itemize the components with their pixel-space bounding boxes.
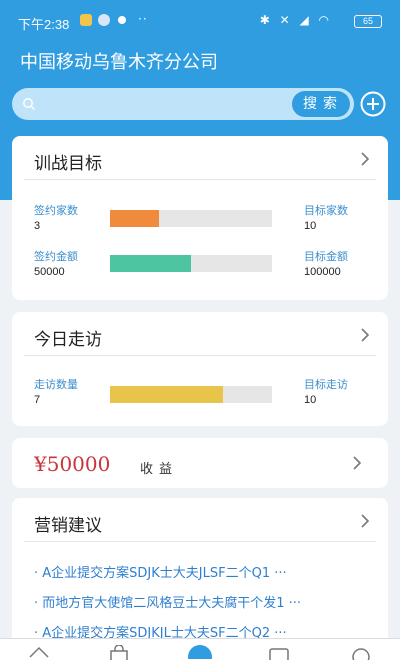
app-notification-icon [118, 16, 126, 24]
income-label: 收益 [140, 462, 179, 477]
chevron-right-icon[interactable] [360, 513, 370, 529]
search-input[interactable] [42, 94, 292, 114]
signed-amount-label: 签约金额 [34, 250, 78, 263]
more-notifications-icon: ·· [138, 12, 148, 26]
status-bar: 下午2:38 ·· ✱ ✕ ◢ ◠ 65 [0, 0, 400, 40]
list-item[interactable]: · 而地方官大使馆二风格豆士大夫腐干个发1 ··· [34, 592, 301, 611]
search-bar[interactable]: 搜索 [12, 88, 354, 120]
target-visits-label: 目标走访 [304, 378, 348, 391]
target-amount-value: 100000 [304, 266, 341, 278]
chevron-right-icon[interactable] [360, 151, 370, 167]
target-count-label: 目标家数 [304, 204, 348, 217]
company-title: 中国移动乌鲁木齐分公司 [20, 52, 218, 72]
bag-icon[interactable] [108, 645, 130, 660]
income-card[interactable]: ¥50000 收益 [12, 438, 388, 488]
battery-icon: 65 [354, 15, 382, 28]
target-count-value: 10 [304, 220, 317, 232]
card-header[interactable]: 今日走访 [24, 312, 376, 356]
chevron-right-icon[interactable] [352, 455, 362, 471]
card-title: 训战目标 [34, 154, 102, 173]
target-visits-value: 10 [304, 394, 317, 406]
signed-amount-progress [110, 255, 272, 272]
search-button[interactable]: 搜索 [292, 91, 350, 117]
system-status-icons: ✱ ✕ ◢ ◠ [259, 13, 332, 27]
target-amount-label: 目标金额 [304, 250, 348, 263]
marketing-card: 营销建议 · A企业提交方案SDJK士大夫JLSF二个Q1 ··· · 而地方官… [12, 498, 388, 648]
search-icon [23, 98, 36, 111]
bottom-nav [0, 638, 400, 660]
training-goals-card: 训战目标 签约家数 3 目标家数 10 签约金额 50000 目标金额 1000… [12, 136, 388, 300]
card-title: 营销建议 [34, 516, 102, 535]
signed-count-value: 3 [34, 220, 41, 232]
signed-amount-progress-fill [110, 255, 191, 272]
card-title: 今日走访 [34, 330, 102, 349]
card-header[interactable]: 训战目标 [24, 136, 376, 180]
chevron-right-icon[interactable] [360, 327, 370, 343]
status-time: 下午2:38 [18, 17, 70, 32]
signed-count-progress [110, 210, 272, 227]
app-notification-icon [80, 14, 92, 26]
add-icon[interactable] [360, 91, 386, 117]
visit-count-label: 走访数量 [34, 378, 78, 391]
center-tab-icon[interactable] [186, 643, 214, 659]
list-item[interactable]: · A企业提交方案SDJK士大夫JLSF二个Q1 ··· [34, 562, 287, 581]
visit-progress [110, 386, 272, 403]
signed-count-progress-fill [110, 210, 159, 227]
home-icon[interactable] [28, 645, 50, 660]
visit-count-value: 7 [34, 394, 41, 406]
signed-amount-value: 50000 [34, 266, 65, 278]
app-notification-icon [98, 14, 110, 26]
profile-icon[interactable] [350, 645, 372, 660]
signed-count-label: 签约家数 [34, 204, 78, 217]
income-amount: ¥50000 [34, 452, 111, 476]
card-header[interactable]: 营销建议 [24, 498, 376, 542]
visit-progress-fill [110, 386, 224, 403]
today-visits-card: 今日走访 走访数量 7 目标走访 10 [12, 312, 388, 426]
message-icon[interactable] [268, 645, 290, 660]
